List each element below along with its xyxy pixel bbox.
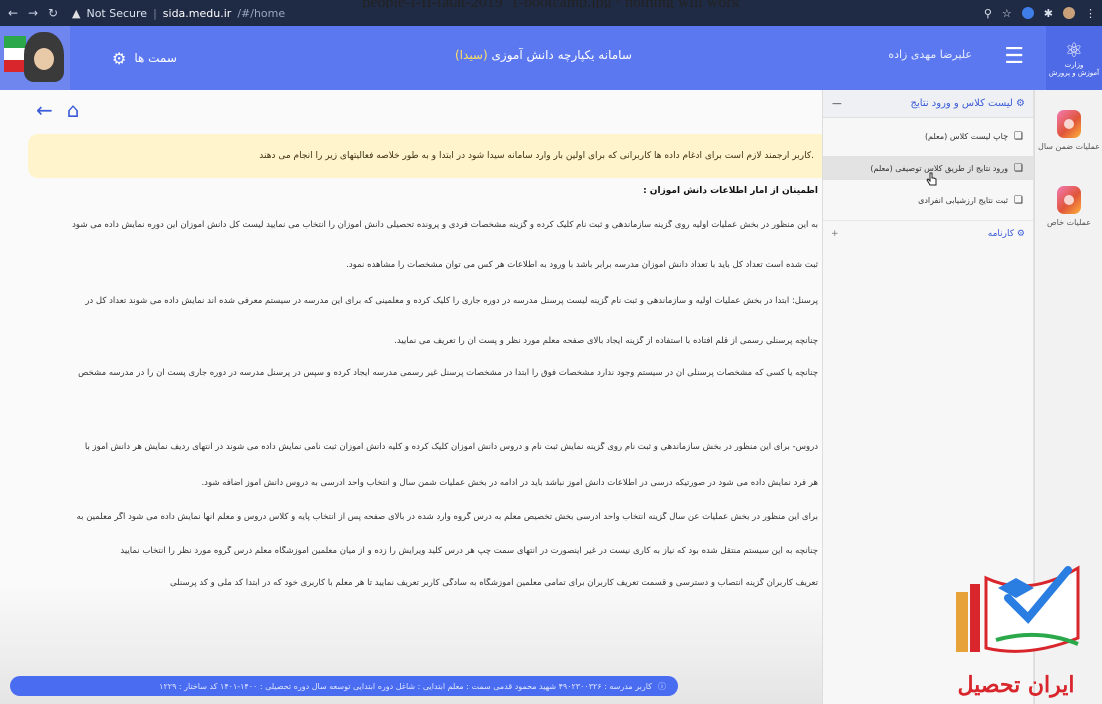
user-status-bar: کاربر مدرسه : ۴۹۰۲۳۰۰۳۲۶ شهید محمود قدمی… xyxy=(10,676,678,696)
leader-portrait xyxy=(0,26,70,90)
instruction-line: پرسنل: ابتدا در بخش عملیات اولیه و سازما… xyxy=(85,296,818,306)
menu-item-label: ثبت نتایج ارزشیابی انفرادی xyxy=(918,195,1009,205)
instruction-line: چنانچه یا کسی که مشخصات پرسنلی آن در سیس… xyxy=(78,368,818,378)
instruction-line: چنانچه به این سیستم منتقل شده بود که نیا… xyxy=(120,546,818,556)
flag-icon xyxy=(4,36,26,72)
instructions-heading: اطمینان از امار اطلاعات دانش آموزان : xyxy=(643,186,818,196)
key-icon[interactable]: ⚲ xyxy=(984,7,992,20)
app-brand: (سیدا) xyxy=(455,48,488,62)
profile-avatar[interactable] xyxy=(1063,7,1075,19)
address-bar[interactable]: ▲ Not Secure | sida.medu.ir/#/home xyxy=(72,7,285,20)
back-arrow-icon[interactable]: ← xyxy=(6,6,20,20)
document-icon: ❏ xyxy=(1014,162,1023,174)
star-icon[interactable]: ☆ xyxy=(1002,7,1012,20)
notice-text: کاربر ارجمند لازم است برای ادغام داده ها… xyxy=(259,151,814,161)
content-toolbar: ← ⌂ xyxy=(0,90,822,130)
portrait-image xyxy=(24,32,64,82)
expand-icon[interactable]: + xyxy=(831,229,839,239)
collapse-icon[interactable]: − xyxy=(831,96,843,112)
ministry-emblem: ⚛ وزارت آموزش و پرورش xyxy=(1046,26,1102,90)
hamburger-menu-icon[interactable]: ☰ xyxy=(1004,46,1024,68)
instruction-line: دروس- برای این منظور در بخش سازماندهی و … xyxy=(84,442,818,452)
security-label: Not Secure xyxy=(86,6,148,20)
watermark-text: ایران تحصیل xyxy=(957,672,1075,698)
reload-icon[interactable]: ↻ xyxy=(46,6,60,20)
watermark-graphic xyxy=(956,565,1080,653)
instruction-line: چنانچه پرسنلی رسمی از قلم افتاده با استف… xyxy=(394,336,818,346)
watermark-logo: ایران تحصیل xyxy=(938,548,1094,698)
instruction-line: هر فرد نمایش داده می شود در صورتیکه درسی… xyxy=(201,478,818,488)
url-path: /#/home xyxy=(237,6,286,20)
emblem-line1: وزارت xyxy=(1064,61,1084,69)
notice-banner: کاربر ارجمند لازم است برای ادغام داده ها… xyxy=(28,134,822,178)
home-icon[interactable]: ⌂ xyxy=(67,98,80,122)
kebab-menu-icon[interactable]: ⋮ xyxy=(1085,7,1096,20)
org-selector[interactable]: ⚙ سمت ها xyxy=(112,49,177,68)
menu-section-label: کارنامه xyxy=(987,228,1015,239)
org-chart-icon: ⚙ xyxy=(112,48,127,68)
hand-cursor-icon xyxy=(926,172,937,186)
forward-arrow-icon[interactable]: → xyxy=(26,6,40,20)
extension-icon[interactable] xyxy=(1021,7,1034,19)
emblem-icon: ⚛ xyxy=(1065,38,1083,62)
user-name[interactable]: علیرضا مهدی زاده xyxy=(888,48,972,61)
instruction-line: ثبت شده است تعداد کل باید با تعداد دانش … xyxy=(346,260,818,270)
app-title-text: سامانه یکپارچه دانش آموزی xyxy=(491,48,632,62)
status-text: کاربر مدرسه : ۴۹۰۲۳۰۰۳۲۶ شهید محمود قدمی… xyxy=(159,681,652,691)
rail-item-label: عملیات ضمن سال xyxy=(1038,142,1100,151)
puzzle-icon[interactable]: ✱ xyxy=(1044,7,1053,20)
app-title: سامانه یکپارچه دانش آموزی (سیدا) xyxy=(455,48,632,62)
app-tile-icon xyxy=(1057,186,1081,214)
menu-section-label: لیست کلاس و ورود نتایج xyxy=(910,98,1013,109)
instruction-line: به این منظور در بخش عملیات اولیه روی گزی… xyxy=(72,220,818,230)
info-icon: ⓘ xyxy=(658,681,666,691)
warning-icon: ▲ xyxy=(72,6,81,20)
rail-item-label: عملیات خاص xyxy=(1046,218,1092,227)
document-icon: ❏ xyxy=(1014,130,1023,142)
instruction-line: برای این منظور در بخش عملیات عن سال گزین… xyxy=(76,512,818,522)
menu-section-class-list[interactable]: − لیست کلاس و ورود نتایج ⚙ xyxy=(823,90,1033,118)
rail-item-special-ops[interactable]: عملیات خاص xyxy=(1035,186,1102,227)
menu-section-report-card[interactable]: + کارنامه ⚙ xyxy=(823,220,1033,246)
menu-item-label: چاپ لیست کلاس (معلم) xyxy=(924,131,1009,141)
emblem-line2: آموزش و پرورش xyxy=(1048,69,1100,77)
settings-icon: ⚙ xyxy=(1016,98,1025,109)
org-label: سمت ها xyxy=(134,51,177,65)
back-arrow-icon[interactable]: ← xyxy=(36,98,53,122)
menu-item-label: ورود نتایج از طریق کلاس توصیفی (معلم) xyxy=(870,163,1009,173)
app-tile-icon xyxy=(1057,110,1081,138)
caption-text: people-I-II-fatat-2019_1-bootcamp.jpg · … xyxy=(0,0,1102,8)
menu-item-print-class-list[interactable]: چاپ لیست کلاس (معلم) ❏ xyxy=(823,124,1033,148)
screen: ← → ↻ ▲ Not Secure | sida.medu.ir/#/home… xyxy=(0,0,1102,704)
document-icon: ❏ xyxy=(1014,194,1023,206)
main-content: ← ⌂ کاربر ارجمند لازم است برای ادغام داد… xyxy=(0,90,822,704)
menu-item-individual-evaluation[interactable]: ثبت نتایج ارزشیابی انفرادی ❏ xyxy=(823,188,1033,212)
url-host: sida.medu.ir xyxy=(162,6,232,20)
settings-icon: ⚙ xyxy=(1016,228,1025,239)
rail-item-in-year-ops[interactable]: عملیات ضمن سال xyxy=(1035,110,1102,151)
app-header: ⚙ سمت ها سامانه یکپارچه دانش آموزی (سیدا… xyxy=(0,26,1102,90)
